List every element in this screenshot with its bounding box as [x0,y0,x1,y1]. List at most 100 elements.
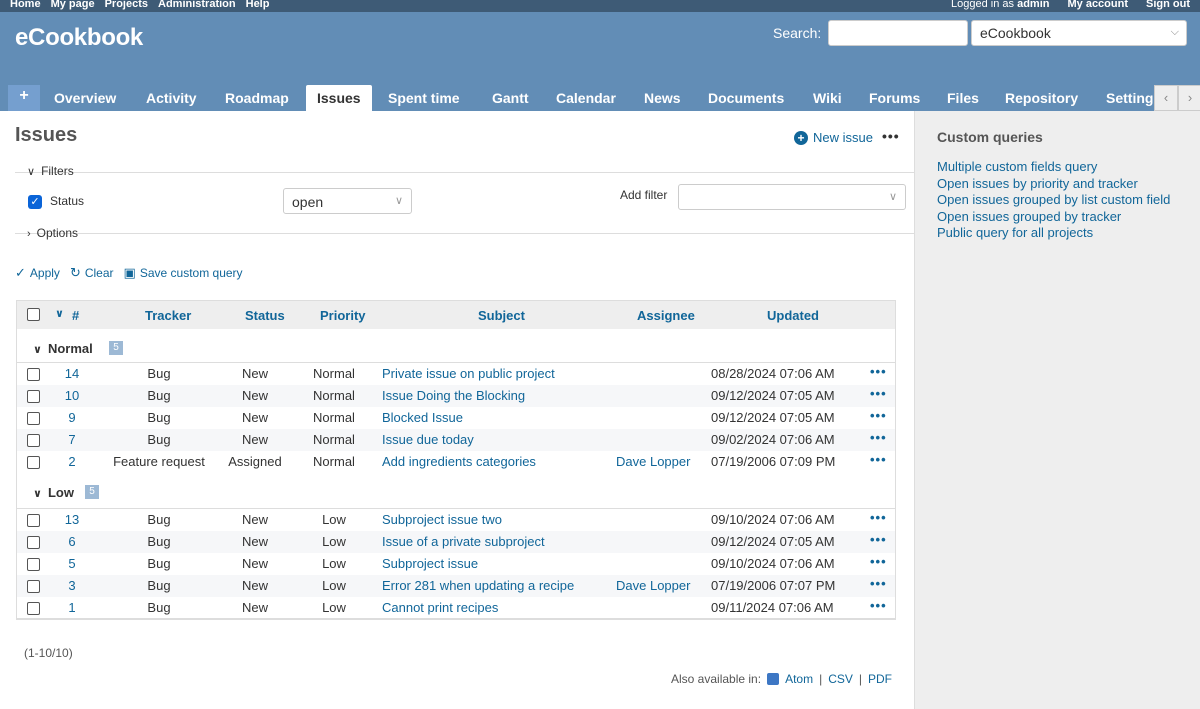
row-checkbox[interactable] [27,580,40,593]
row-actions-icon[interactable]: ••• [870,598,887,613]
issue-id[interactable]: 2 [57,454,87,469]
apply-button[interactable]: ✓ Apply [15,265,60,281]
top-menu-administration[interactable]: Administration [158,0,236,10]
row-checkbox[interactable] [27,434,40,447]
table-row[interactable]: 7 Bug New Normal Issue due today 09/02/2… [17,429,895,451]
table-row[interactable]: 1 Bug New Low Cannot print recipes 09/11… [17,597,895,619]
col-updated-header[interactable]: Updated [767,308,819,323]
custom-query-link[interactable]: Open issues by priority and tracker [937,176,1187,193]
top-menu-help[interactable]: Help [246,0,270,10]
sign-out-link[interactable]: Sign out [1146,0,1190,10]
issue-subject[interactable]: Issue due today [382,432,474,447]
custom-query-link[interactable]: Public query for all projects [937,225,1187,242]
col-subject-header[interactable]: Subject [478,308,525,323]
table-row[interactable]: 2 Feature request Assigned Normal Add in… [17,451,895,473]
select-all-checkbox[interactable] [27,308,40,321]
issue-id[interactable]: 13 [57,512,87,527]
tab-new-object[interactable]: + [8,85,40,111]
row-actions-icon[interactable]: ••• [870,430,887,445]
table-row[interactable]: 9 Bug New Normal Blocked Issue 09/12/202… [17,407,895,429]
row-checkbox[interactable] [27,536,40,549]
row-actions-icon[interactable]: ••• [870,510,887,525]
row-actions-icon[interactable]: ••• [870,386,887,401]
col-tracker-header[interactable]: Tracker [145,308,191,323]
top-menu-home[interactable]: Home [10,0,41,10]
col-priority-header[interactable]: Priority [320,308,366,323]
row-checkbox[interactable] [27,456,40,469]
row-actions-icon[interactable]: ••• [870,532,887,547]
save-query-button[interactable]: ▣ Save custom query [124,265,243,281]
tab-spent-time[interactable]: Spent time [388,85,460,111]
issue-id[interactable]: 9 [57,410,87,425]
issue-subject[interactable]: Blocked Issue [382,410,463,425]
more-actions-icon[interactable]: ••• [882,128,900,144]
tab-news[interactable]: News [644,85,681,111]
table-row[interactable]: 3 Bug New Low Error 281 when updating a … [17,575,895,597]
tabs-scroll-right-icon[interactable]: › [1178,85,1200,111]
issue-id[interactable]: 7 [57,432,87,447]
issue-id[interactable]: 10 [57,388,87,403]
options-toggle[interactable]: › Options [27,226,78,240]
atom-link[interactable]: Atom [785,672,813,686]
tab-overview[interactable]: Overview [54,85,116,111]
table-row[interactable]: 5 Bug New Low Subproject issue 09/10/202… [17,553,895,575]
row-actions-icon[interactable]: ••• [870,576,887,591]
row-checkbox[interactable] [27,390,40,403]
issue-id[interactable]: 14 [57,366,87,381]
issue-subject[interactable]: Add ingredients categories [382,454,536,469]
issue-id[interactable]: 3 [57,578,87,593]
row-checkbox[interactable] [27,558,40,571]
row-checkbox[interactable] [27,368,40,381]
custom-query-link[interactable]: Open issues grouped by list custom field [937,192,1187,209]
pdf-link[interactable]: PDF [868,672,892,686]
custom-query-link[interactable]: Open issues grouped by tracker [937,209,1187,226]
tab-roadmap[interactable]: Roadmap [225,85,289,111]
filters-toggle[interactable]: ∨ Filters [27,164,74,178]
clear-button[interactable]: ↻ Clear [70,265,114,281]
group-row-normal[interactable]: ∨ Normal 5 [17,329,895,363]
table-row[interactable]: 6 Bug New Low Issue of a private subproj… [17,531,895,553]
issue-subject[interactable]: Subproject issue [382,556,478,571]
issue-id[interactable]: 5 [57,556,87,571]
csv-link[interactable]: CSV [828,672,853,686]
tabs-scroll-left-icon[interactable]: ‹ [1154,85,1178,111]
issue-subject[interactable]: Cannot print recipes [382,600,498,615]
tab-activity[interactable]: Activity [146,85,197,111]
tab-files[interactable]: Files [947,85,979,111]
col-id-header[interactable]: # [72,308,79,323]
issue-subject[interactable]: Issue Doing the Blocking [382,388,525,403]
tab-calendar[interactable]: Calendar [556,85,616,111]
col-status-header[interactable]: Status [245,308,285,323]
tab-gantt[interactable]: Gantt [492,85,529,111]
search-input[interactable] [828,20,968,46]
tab-wiki[interactable]: Wiki [813,85,842,111]
table-row[interactable]: 14 Bug New Normal Private issue on publi… [17,363,895,385]
row-actions-icon[interactable]: ••• [870,408,887,423]
add-filter-select[interactable]: ∨ [678,184,906,210]
new-issue-link[interactable]: + New issue [794,130,873,145]
group-row-low[interactable]: ∨ Low 5 [17,473,895,509]
logged-in-user[interactable]: admin [1017,0,1049,10]
tab-issues[interactable]: Issues [306,85,372,111]
top-menu-my-page[interactable]: My page [51,0,95,10]
issue-subject[interactable]: Private issue on public project [382,366,555,381]
issue-assignee[interactable]: Dave Lopper [616,454,690,469]
tab-forums[interactable]: Forums [869,85,920,111]
my-account-link[interactable]: My account [1067,0,1128,10]
project-jump-select[interactable]: eCookbook ⌵ [971,20,1187,46]
col-assignee-header[interactable]: Assignee [637,308,695,323]
issue-subject[interactable]: Issue of a private subproject [382,534,545,549]
status-operator-select[interactable]: open ∨ [283,188,412,214]
top-menu-projects[interactable]: Projects [105,0,148,10]
issue-id[interactable]: 6 [57,534,87,549]
issue-assignee[interactable]: Dave Lopper [616,578,690,593]
table-row[interactable]: 13 Bug New Low Subproject issue two 09/1… [17,509,895,531]
row-actions-icon[interactable]: ••• [870,364,887,379]
row-checkbox[interactable] [27,602,40,615]
table-row[interactable]: 10 Bug New Normal Issue Doing the Blocki… [17,385,895,407]
tab-documents[interactable]: Documents [708,85,784,111]
issue-subject[interactable]: Subproject issue two [382,512,502,527]
status-filter-checkbox[interactable]: ✓ [28,195,42,209]
row-checkbox[interactable] [27,514,40,527]
row-actions-icon[interactable]: ••• [870,554,887,569]
